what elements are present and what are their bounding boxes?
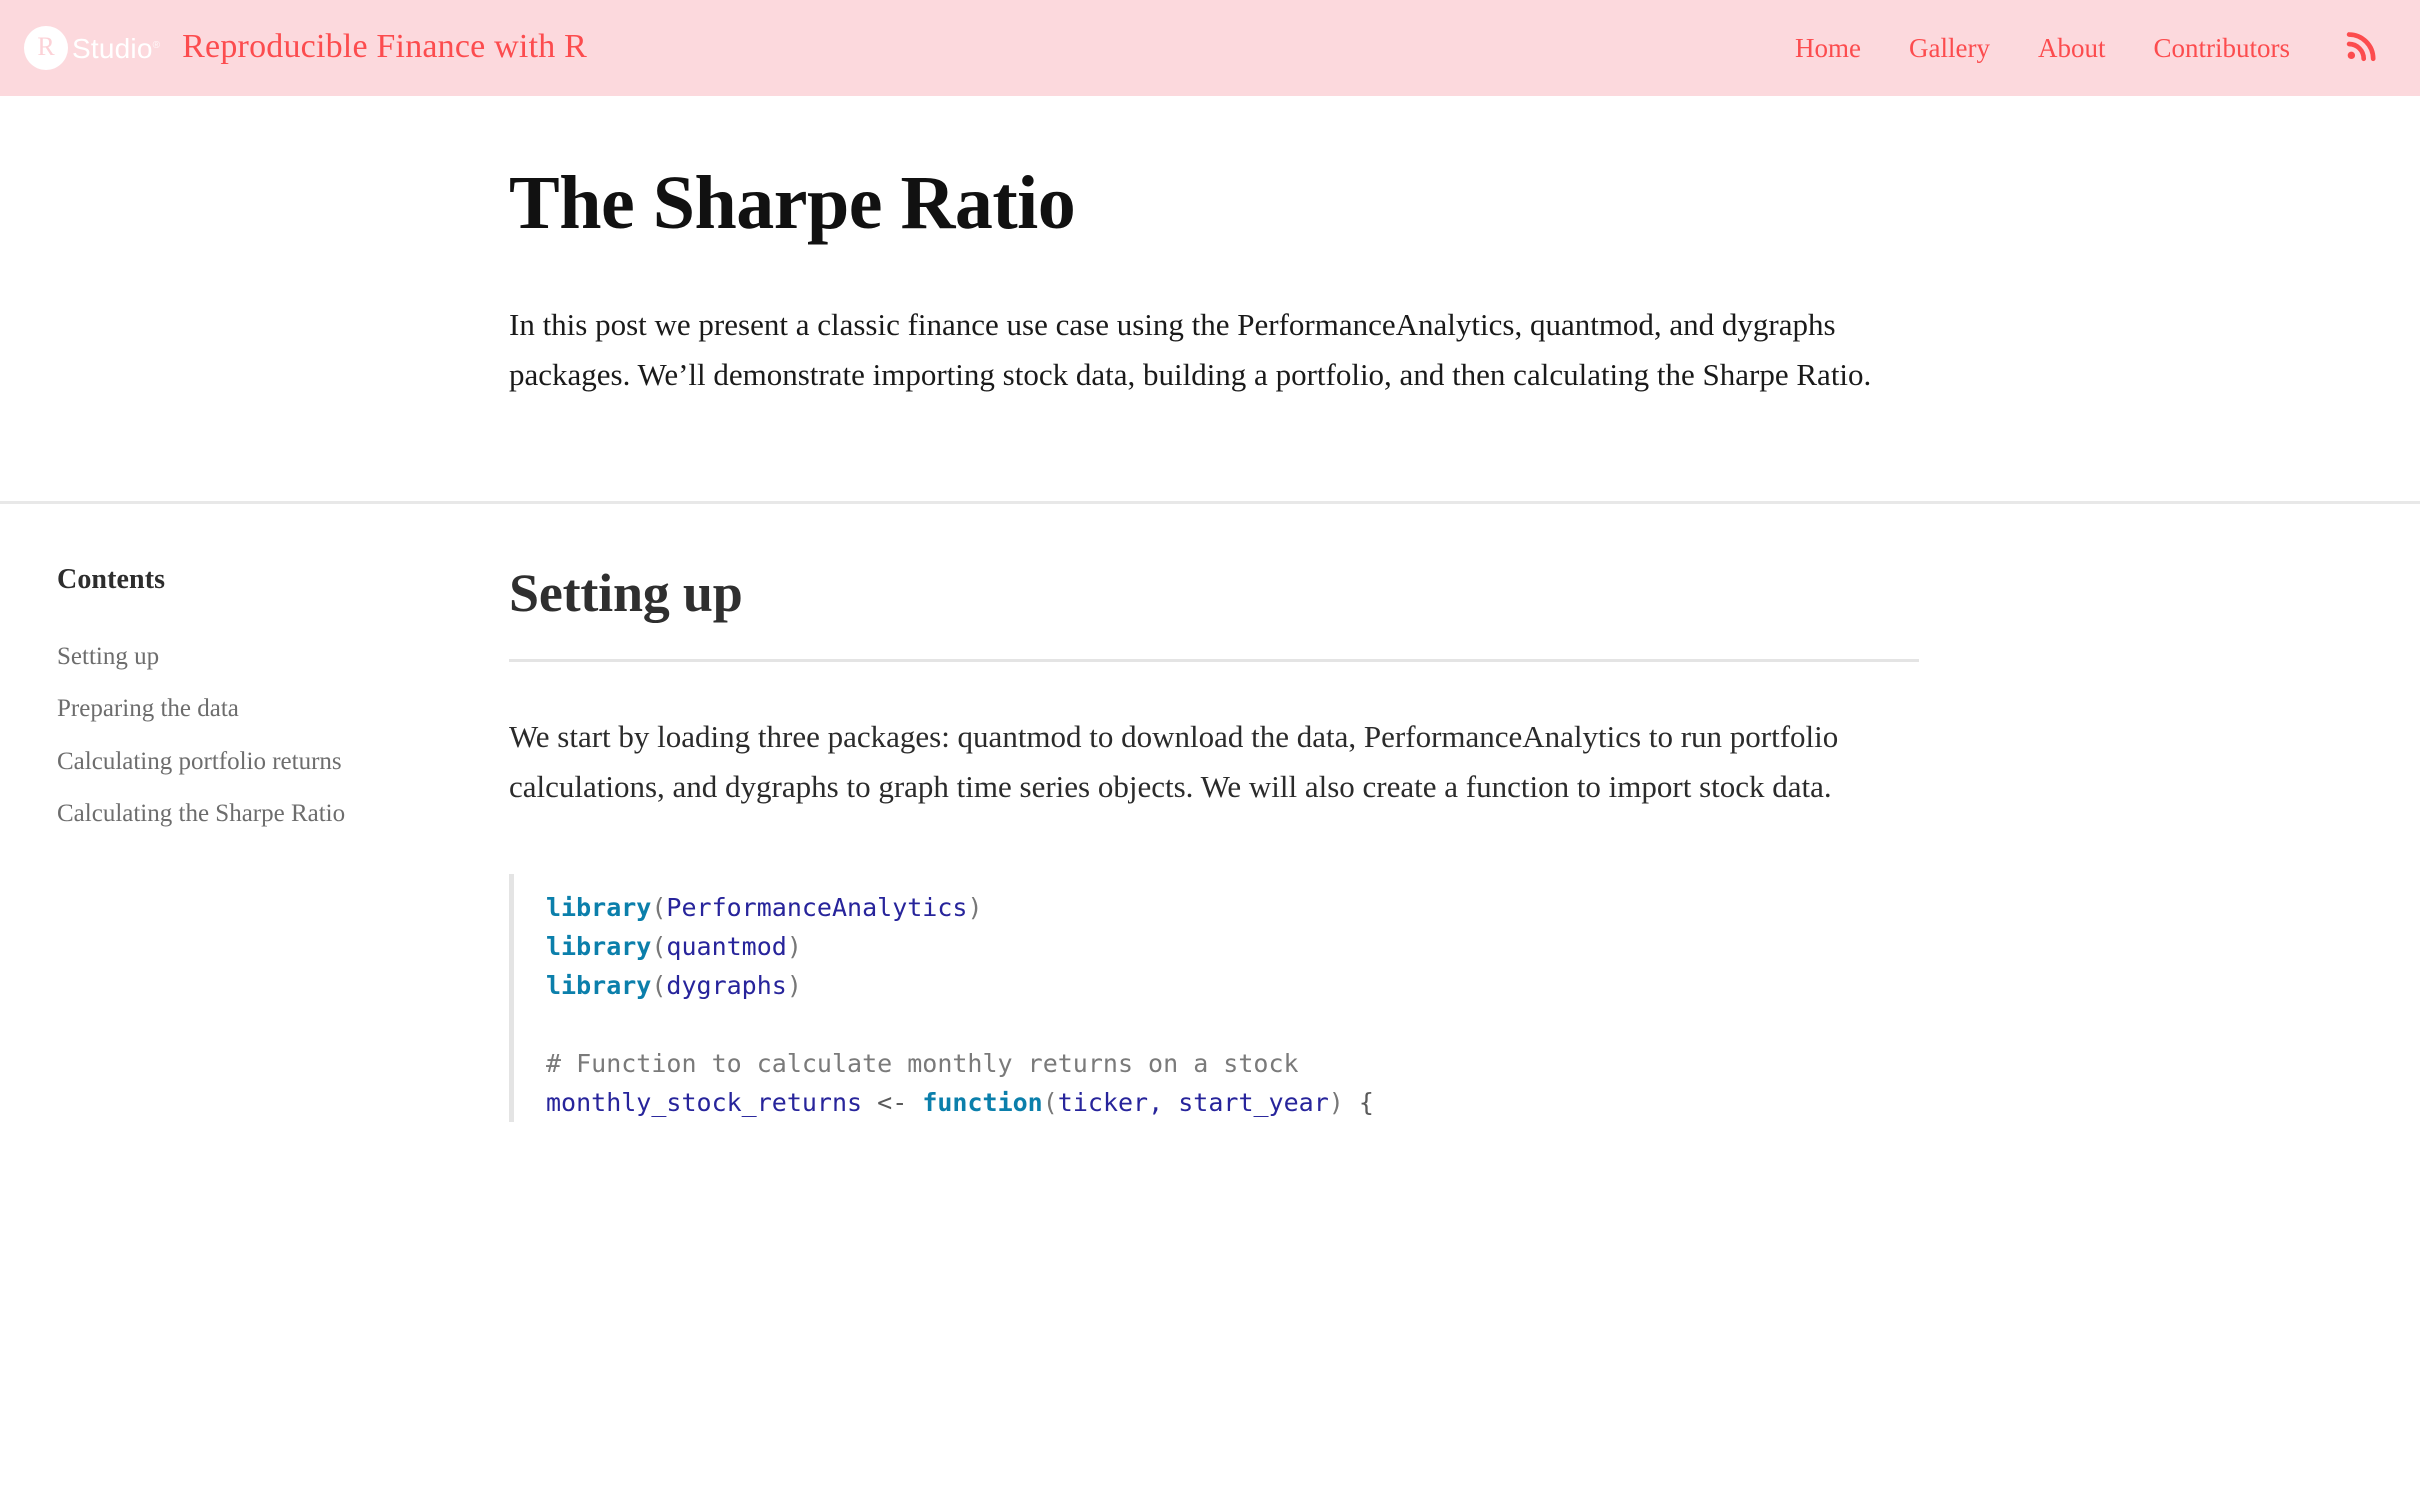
toc-item-sharpe-ratio[interactable]: Calculating the Sharpe Ratio (57, 797, 357, 832)
nav-item-contributors[interactable]: Contributors (2129, 33, 2314, 64)
code-token: start_year (1178, 1088, 1329, 1117)
site-title[interactable]: Reproducible Finance with R (182, 28, 587, 66)
nav-item-about[interactable]: About (2014, 33, 2130, 64)
nav-item-home[interactable]: Home (1771, 33, 1885, 64)
code-token: , (1148, 1088, 1163, 1117)
code-token: dygraphs (666, 971, 786, 1000)
site-header: R Studio® Reproducible Finance with R Ho… (0, 0, 2420, 96)
code-token: library (546, 971, 651, 1000)
code-token: ( (651, 932, 666, 961)
rss-icon (2344, 29, 2378, 68)
toc-item-setting-up[interactable]: Setting up (57, 640, 357, 675)
code-block[interactable]: library(PerformanceAnalytics) library(qu… (509, 874, 2360, 1122)
nav-item-gallery[interactable]: Gallery (1885, 33, 2014, 64)
code-token (1163, 1088, 1178, 1117)
code-token: quantmod (666, 932, 786, 961)
code-token: library (546, 893, 651, 922)
code-token: ( (1043, 1088, 1058, 1117)
toc-item-preparing-data[interactable]: Preparing the data (57, 692, 357, 727)
page-title: The Sharpe Ratio (509, 162, 2360, 244)
section-paragraph: We start by loading three packages: quan… (509, 712, 1899, 812)
rstudio-logo-wordmark: Studio® (72, 33, 160, 65)
code-token: <- (877, 1088, 907, 1117)
code-token: ) (1329, 1088, 1344, 1117)
code-token: PerformanceAnalytics (666, 893, 967, 922)
code-token: ) (787, 971, 802, 1000)
code-token (907, 1088, 922, 1117)
main-nav: Home Gallery About Contributors (1771, 29, 2392, 68)
post-summary: In this post we present a classic financ… (509, 300, 1899, 400)
rstudio-logo[interactable]: R Studio® (24, 26, 160, 70)
code-token: library (546, 932, 651, 961)
code-token (1344, 1088, 1359, 1117)
content-area: Contents Setting up Preparing the data C… (0, 504, 2420, 1123)
code-token: # Function to calculate monthly returns … (546, 1049, 1299, 1078)
brand-block: R Studio® Reproducible Finance with R (24, 26, 587, 70)
rstudio-logo-ball-icon: R (24, 26, 68, 70)
toc-item-portfolio-returns[interactable]: Calculating portfolio returns (57, 745, 357, 780)
code-token: ( (651, 893, 666, 922)
code-token: ( (651, 971, 666, 1000)
code-token: ) (967, 893, 982, 922)
rss-feed-link[interactable] (2314, 29, 2392, 68)
toc-heading: Contents (57, 564, 479, 596)
article-body: Setting up We start by loading three pac… (509, 564, 2420, 1123)
code-token (862, 1088, 877, 1117)
registered-mark: ® (153, 40, 161, 51)
code-token: ) (787, 932, 802, 961)
table-of-contents: Contents Setting up Preparing the data C… (0, 564, 509, 1123)
post-hero: The Sharpe Ratio In this post we present… (0, 96, 2420, 504)
code-token: monthly_stock_returns (546, 1088, 862, 1117)
code-block-content: library(PerformanceAnalytics) library(qu… (546, 888, 2360, 1122)
rstudio-logo-letter: R (37, 34, 54, 60)
code-token: ticker (1058, 1088, 1148, 1117)
toc-list: Setting up Preparing the data Calculatin… (57, 640, 479, 832)
code-token: function (922, 1088, 1042, 1117)
code-token: { (1359, 1088, 1374, 1117)
section-heading-setting-up: Setting up (509, 564, 1919, 662)
